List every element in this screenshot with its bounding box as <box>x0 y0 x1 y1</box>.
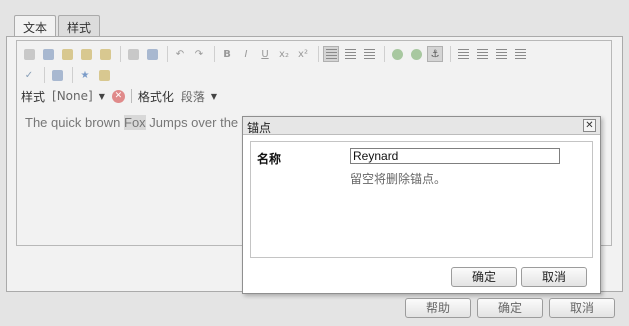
undo-icon[interactable]: ↶ <box>172 46 188 62</box>
content-text-after: Jumps over the lazy dog. <box>149 115 239 130</box>
format-label: 格式化 <box>137 89 174 104</box>
anchor-hint: 留空将删除锚点。 <box>350 172 447 186</box>
numbered-list-icon[interactable] <box>474 46 490 62</box>
dialog-cancel-button[interactable]: 取消 <box>521 267 587 287</box>
unlink-icon[interactable] <box>408 46 424 62</box>
toolbar-separator <box>130 89 132 103</box>
copy-icon[interactable] <box>40 46 56 62</box>
toolbar-row-2: ✓ ★ <box>21 65 115 85</box>
help-button[interactable]: 帮助 <box>405 298 471 318</box>
indent-icon[interactable] <box>512 46 528 62</box>
italic-icon[interactable]: I <box>238 46 254 62</box>
anchor-dialog: 锚点 ✕ 名称 留空将删除锚点。 确定 取消 <box>242 116 601 294</box>
close-icon[interactable]: ✕ <box>583 119 596 132</box>
footer-bar: 帮助 确定 取消 <box>0 292 629 326</box>
toolbar-separator <box>384 46 385 62</box>
tab-bar: 文本 样式 <box>14 15 102 38</box>
redo-icon[interactable]: ↷ <box>191 46 207 62</box>
align-left-icon[interactable] <box>323 46 339 62</box>
clear-style-icon[interactable]: ✕ <box>111 89 125 103</box>
cancel-button[interactable]: 取消 <box>549 298 615 318</box>
superscript-icon[interactable]: x² <box>295 46 311 62</box>
align-center-icon[interactable] <box>342 46 358 62</box>
editor-content[interactable]: The quick brown Fox Jumps over the lazy … <box>25 115 239 130</box>
paste-icon[interactable] <box>59 46 75 62</box>
style-format-row: 样式 [None] ▼ ✕ 格式化 段落 ▼ <box>21 87 220 105</box>
tab-text[interactable]: 文本 <box>14 15 57 38</box>
anchor-name-input[interactable] <box>350 148 560 164</box>
content-text-selected: Fox <box>124 115 146 130</box>
bold-icon[interactable]: B <box>219 46 235 62</box>
align-right-icon[interactable] <box>361 46 377 62</box>
replace-icon[interactable] <box>144 46 160 62</box>
table-icon[interactable] <box>49 67 65 83</box>
style-select-value: [None] <box>52 89 93 103</box>
style-label: 样式 <box>21 89 46 104</box>
tab-style[interactable]: 样式 <box>58 15 101 37</box>
cut-icon[interactable] <box>21 46 37 62</box>
chevron-down-icon: ▼ <box>98 91 105 101</box>
dialog-ok-button[interactable]: 确定 <box>451 267 517 287</box>
format-select-value: 段落 <box>180 89 205 104</box>
outdent-icon[interactable] <box>493 46 509 62</box>
anchor-name-label: 名称 <box>257 152 282 166</box>
toolbar-separator <box>450 46 451 62</box>
bulleted-list-icon[interactable] <box>455 46 471 62</box>
toolbar-separator <box>214 46 215 62</box>
style-select[interactable]: [None] ▼ <box>49 88 108 104</box>
toolbar-separator <box>120 46 121 62</box>
paste-text-icon[interactable] <box>78 46 94 62</box>
dialog-title: 锚点 <box>243 117 600 135</box>
toolbar-row-1: ↶ ↷ B I U x₂ x² ⚓ <box>21 44 531 64</box>
find-icon[interactable] <box>125 46 141 62</box>
link-icon[interactable] <box>389 46 405 62</box>
anchor-icon[interactable]: ⚓ <box>427 46 443 62</box>
underline-icon[interactable]: U <box>257 46 273 62</box>
toolbar-separator <box>167 46 168 62</box>
source-edit-icon[interactable] <box>96 67 112 83</box>
dialog-content: 名称 留空将删除锚点。 <box>250 141 593 258</box>
ok-button[interactable]: 确定 <box>477 298 543 318</box>
special-char-icon[interactable]: ★ <box>77 67 93 83</box>
content-text-before: The quick brown <box>25 115 124 130</box>
toolbar-separator <box>318 46 319 62</box>
toolbar-separator <box>44 67 45 83</box>
format-select[interactable]: 段落 ▼ <box>178 88 220 104</box>
subscript-icon[interactable]: x₂ <box>276 46 292 62</box>
spellcheck-icon[interactable]: ✓ <box>21 67 37 83</box>
paste-word-icon[interactable] <box>97 46 113 62</box>
chevron-down-icon: ▼ <box>210 91 218 101</box>
toolbar-separator <box>72 67 73 83</box>
